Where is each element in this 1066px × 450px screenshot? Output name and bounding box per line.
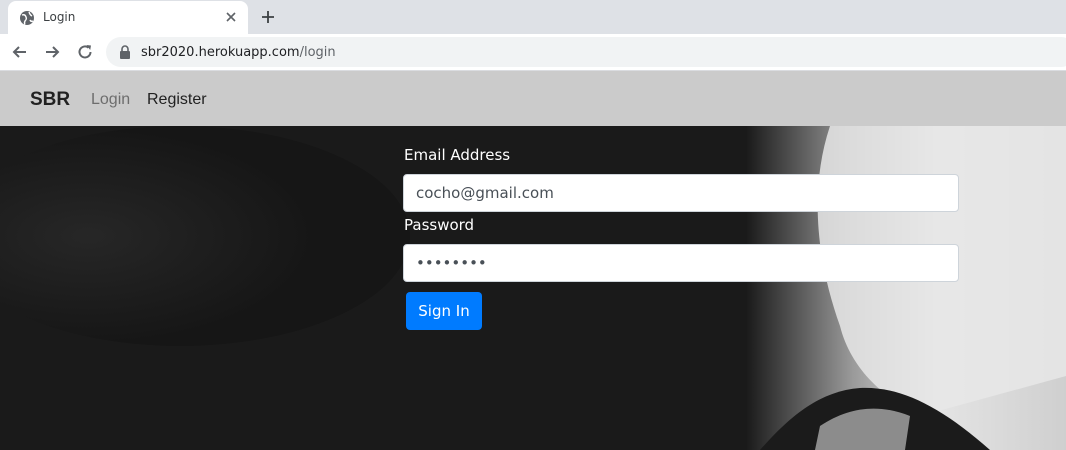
forward-arrow-icon[interactable] <box>42 42 62 62</box>
nav-link-login[interactable]: Login <box>91 91 130 109</box>
nav-link-register[interactable]: Register <box>147 91 207 109</box>
sign-in-button[interactable]: Sign In <box>406 292 482 330</box>
address-bar[interactable]: sbr2020.herokuapp.com/login <box>106 37 1066 67</box>
close-icon[interactable] <box>223 9 239 25</box>
password-field[interactable] <box>403 244 959 282</box>
site-navbar: SBR Login Register <box>0 71 1066 126</box>
browser-tab[interactable]: Login <box>8 1 248 34</box>
globe-icon <box>20 11 34 25</box>
browser-toolbar: sbr2020.herokuapp.com/login <box>0 34 1066 71</box>
url-path: /login <box>299 45 336 60</box>
browser-tabstrip: Login <box>0 0 1066 34</box>
reload-icon[interactable] <box>75 42 95 62</box>
lock-icon[interactable] <box>119 45 131 59</box>
back-arrow-icon[interactable] <box>10 42 30 62</box>
email-field[interactable] <box>403 174 959 212</box>
brand-logo[interactable]: SBR <box>30 89 70 111</box>
new-tab-icon[interactable] <box>258 7 278 27</box>
url-text[interactable]: sbr2020.herokuapp.com/login <box>141 45 336 60</box>
url-host: sbr2020.herokuapp.com <box>141 45 300 60</box>
tab-title: Login <box>43 10 76 24</box>
email-label: Email Address <box>404 146 511 164</box>
password-label: Password <box>404 216 475 234</box>
